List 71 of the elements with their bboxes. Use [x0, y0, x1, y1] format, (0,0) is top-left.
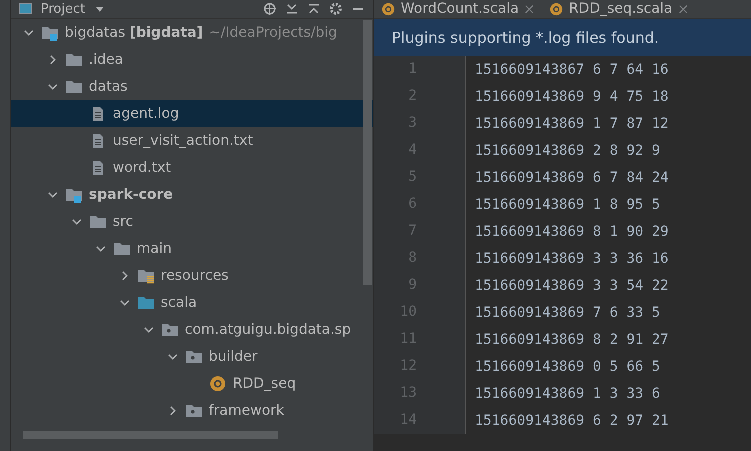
- tree-item-label: scala: [161, 294, 198, 310]
- tree-item-label: RDD_seq: [233, 376, 296, 392]
- module-folder-icon: [65, 186, 83, 202]
- package-folder-icon: [161, 322, 179, 338]
- close-icon[interactable]: [678, 4, 688, 14]
- tree-row[interactable]: .idea: [11, 46, 373, 73]
- code-line: 1516609143869 7 6 33 5: [474, 304, 660, 320]
- folder-icon: [89, 214, 107, 230]
- tree-item-label: datas: [89, 78, 128, 94]
- tree-item-label: resources: [161, 268, 229, 284]
- code-line: 1516609143869 1 8 95 5: [474, 196, 660, 212]
- tree-row[interactable]: word.txt: [11, 154, 373, 181]
- panel-title[interactable]: Project: [41, 2, 86, 16]
- tree-item-label: builder: [209, 348, 258, 364]
- tree-row[interactable]: agent.log: [11, 100, 373, 127]
- code-line: 1516609143869 6 2 97 21: [474, 412, 669, 428]
- tree-row[interactable]: RDD_seq: [11, 370, 373, 397]
- tree-row[interactable]: bigdatas [bigdata] ~/IdeaProjects/big: [11, 19, 373, 46]
- code-line: 1516609143869 3 3 36 16: [474, 250, 669, 266]
- folder-icon: [137, 294, 155, 310]
- class-icon: [382, 2, 395, 16]
- tree-item-label: .idea: [89, 52, 124, 68]
- tree-row[interactable]: scala: [11, 289, 373, 316]
- project-window-icon: [19, 2, 33, 16]
- scrollbar-thumb[interactable]: [363, 20, 372, 285]
- tree-row[interactable]: spark-core: [11, 181, 373, 208]
- project-name: bigdatas [bigdata]: [65, 24, 204, 40]
- tree-item-label: user_visit_action.txt: [113, 132, 254, 148]
- tree-row[interactable]: src: [11, 208, 373, 235]
- notification-banner: Plugins supporting *.log files found.: [374, 19, 751, 56]
- scrollbar-thumb[interactable]: [23, 431, 278, 439]
- tree-item-label: src: [113, 214, 134, 230]
- package-folder-icon: [185, 402, 203, 418]
- tree-item-label: word.txt: [113, 160, 172, 176]
- folder-icon: [65, 52, 83, 68]
- collapse-icon[interactable]: [285, 2, 299, 16]
- code-line: 1516609143869 1 3 33 6: [474, 386, 660, 402]
- tree-row[interactable]: datas: [11, 73, 373, 100]
- code-line: 1516609143867 6 7 64 16: [474, 62, 669, 78]
- tree-item-label: com.atguigu.bigdata.sp: [185, 322, 352, 338]
- code-line: 1516609143869 2 8 92 9: [474, 142, 660, 158]
- code-line: 1516609143869 6 7 84 24: [474, 170, 669, 186]
- tree-row[interactable]: user_visit_action.txt: [11, 127, 373, 154]
- tree-row[interactable]: main: [11, 235, 373, 262]
- code-line: 1516609143869 1 7 87 12: [474, 116, 669, 132]
- close-icon[interactable]: [525, 4, 534, 14]
- project-path: ~/IdeaProjects/big: [209, 24, 338, 40]
- editor-tab[interactable]: RDD_seq.scala: [542, 0, 696, 18]
- tree-row[interactable]: com.atguigu.bigdata.sp: [11, 316, 373, 343]
- class-icon: [209, 376, 227, 392]
- package-folder-icon: [185, 348, 203, 364]
- tree-item-label: framework: [209, 402, 284, 418]
- folder-icon: [65, 78, 83, 94]
- module-folder-icon: [41, 24, 59, 40]
- code-line: 1516609143869 3 3 54 22: [474, 278, 669, 294]
- class-icon: [550, 2, 564, 16]
- code-line: 1516609143869 0 5 66 5: [474, 358, 660, 374]
- crosshair-icon[interactable]: [263, 2, 277, 16]
- editor-tab[interactable]: WordCount.scala: [374, 0, 542, 18]
- tree-row[interactable]: resources: [11, 262, 373, 289]
- tree-row[interactable]: builder: [11, 343, 373, 370]
- code-line: 1516609143869 8 2 91 27: [474, 332, 669, 348]
- tree-item-label: main: [137, 240, 172, 256]
- folder-icon: [113, 240, 131, 256]
- tree-item-label: agent.log: [113, 106, 180, 122]
- resources-folder-icon: [137, 268, 155, 284]
- code-line: 1516609143869 9 4 75 18: [474, 88, 669, 104]
- expand-icon[interactable]: [307, 2, 321, 16]
- tree-row[interactable]: framework: [11, 397, 373, 424]
- code-line: 1516609143869 8 1 90 29: [474, 224, 669, 240]
- module-name: spark-core: [89, 186, 174, 202]
